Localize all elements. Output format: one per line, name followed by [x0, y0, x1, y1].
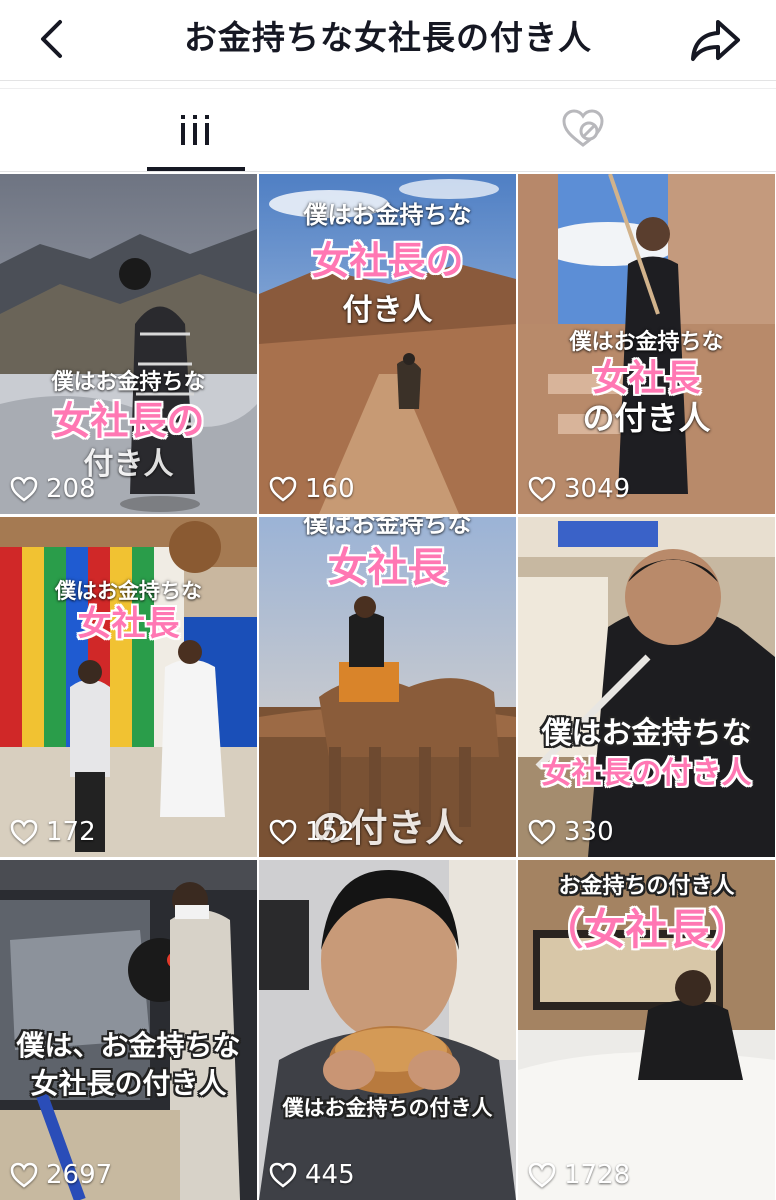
like-count: 152: [269, 815, 355, 849]
heart-icon: [269, 1162, 297, 1188]
like-count-value: 1728: [564, 1160, 631, 1190]
video-caption: 僕は、お金持ちな: [16, 1029, 241, 1062]
like-count-value: 445: [305, 1160, 355, 1190]
heart-icon: [269, 819, 297, 845]
video-grid: 僕はお金持ちな 女社長の 付き人 208 僕はお金持ちな 女社長の 付き人 16…: [0, 174, 776, 1200]
video-thumbnail[interactable]: 僕はお金持ちな 女社長 の付き人 152: [259, 517, 516, 857]
video-caption: 僕はお金持ちな: [51, 370, 206, 395]
chevron-left-icon: [41, 20, 62, 58]
video-caption: 僕はお金持ちな: [303, 201, 472, 229]
heart-icon: [528, 1162, 556, 1188]
like-count-value: 2697: [46, 1160, 113, 1190]
like-count-value: 330: [564, 817, 614, 847]
video-caption: 女社長: [592, 358, 701, 399]
like-count: 160: [269, 472, 355, 506]
like-count-value: 3049: [564, 474, 631, 504]
thumbnail-image: [0, 517, 257, 857]
video-caption: 女社長: [77, 604, 180, 644]
video-caption: 女社長の: [52, 399, 205, 443]
like-count: 3049: [528, 472, 630, 506]
heart-icon: [528, 476, 556, 502]
video-caption: （女社長）: [541, 905, 752, 954]
tab-videos[interactable]: [0, 89, 388, 173]
like-count: 172: [10, 815, 96, 849]
like-count: 208: [10, 472, 96, 506]
like-count: 445: [269, 1158, 355, 1192]
back-button[interactable]: [30, 16, 76, 62]
like-count-value: 172: [46, 817, 96, 847]
profile-tabs: [0, 88, 776, 173]
video-caption: 女社長の: [311, 239, 464, 283]
like-count-value: 160: [305, 474, 355, 504]
video-caption: 女社長: [327, 545, 448, 591]
video-caption: 女社長の付き人: [541, 756, 752, 791]
video-caption: 女社長の付き人: [30, 1067, 227, 1100]
thumbnail-image: [259, 860, 516, 1200]
heart-icon: [10, 819, 38, 845]
video-caption: の付き人: [582, 399, 711, 437]
grid-lines-icon: [181, 115, 209, 145]
video-caption: 僕はお金持ちな: [55, 579, 202, 603]
video-thumbnail[interactable]: 僕はお金持ちな 女社長の付き人 330: [518, 517, 775, 857]
video-thumbnail[interactable]: 僕はお金持ちの付き人 445: [259, 860, 516, 1200]
page-title: お金持ちな女社長の付き人: [184, 18, 592, 57]
video-thumbnail[interactable]: 僕はお金持ちな 女社長 の付き人 3049: [518, 174, 775, 514]
heart-icon: [269, 476, 297, 502]
share-arrow-icon: [691, 20, 740, 61]
like-count-value: 208: [46, 474, 96, 504]
like-count: 1728: [528, 1158, 630, 1192]
like-count-value: 152: [305, 817, 355, 847]
heart-icon: [10, 1162, 38, 1188]
like-count: 2697: [10, 1158, 112, 1192]
like-count: 330: [528, 815, 614, 849]
video-caption: 僕はお金持ちの付き人: [282, 1096, 493, 1120]
thumbnail-image: [518, 517, 775, 857]
video-caption: 僕はお金持ちな: [303, 517, 472, 538]
video-caption: 僕はお金持ちな: [569, 330, 724, 355]
share-button[interactable]: [688, 14, 742, 64]
video-thumbnail[interactable]: 僕はお金持ちな 女社長 172: [0, 517, 257, 857]
tab-liked[interactable]: [388, 89, 776, 173]
heart-icon: [528, 819, 556, 845]
video-thumbnail[interactable]: 僕は、お金持ちな 女社長の付き人 2697: [0, 860, 257, 1200]
video-thumbnail[interactable]: お金持ちの付き人 （女社長） 1728: [518, 860, 775, 1200]
header-divider: [0, 80, 776, 81]
video-caption: お金持ちの付き人: [558, 874, 735, 899]
header-bar: お金持ちな女社長の付き人: [0, 0, 776, 80]
heart-hidden-icon: [562, 109, 604, 147]
tab-divider: [0, 171, 776, 172]
video-thumbnail[interactable]: 僕はお金持ちな 女社長の 付き人 208: [0, 174, 257, 514]
heart-icon: [10, 476, 38, 502]
video-caption: 付き人: [342, 293, 433, 328]
video-thumbnail[interactable]: 僕はお金持ちな 女社長の 付き人 160: [259, 174, 516, 514]
video-caption: 僕はお金持ちな: [541, 716, 752, 751]
